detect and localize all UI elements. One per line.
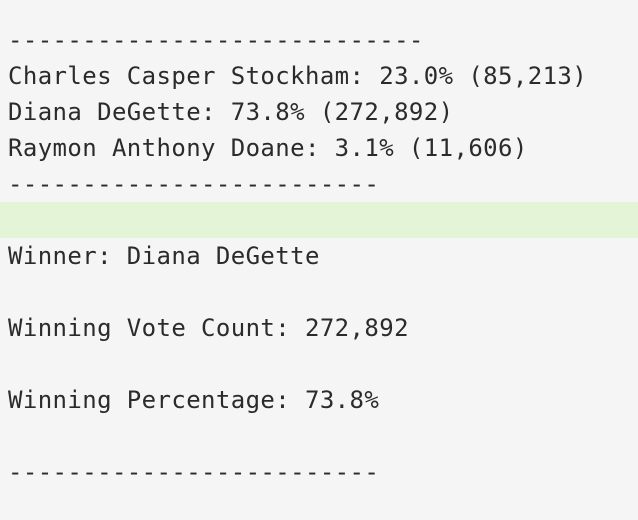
candidate-result-stockham: Charles Casper Stockham: 23.0% (85,213) bbox=[8, 62, 588, 90]
candidate-result-degette: Diana DeGette: 73.8% (272,892) bbox=[8, 98, 454, 126]
candidate-result-doane: Raymon Anthony Doane: 3.1% (11,606) bbox=[8, 134, 528, 162]
winning-vote-count-line: Winning Vote Count: 272,892 bbox=[8, 314, 409, 342]
winner-line: Winner: Diana DeGette bbox=[8, 242, 320, 270]
console-output: ---------------------------- Charles Cas… bbox=[0, 22, 638, 490]
separator-line: ------------------------- bbox=[8, 458, 380, 486]
separator-line: ------------------------- bbox=[8, 170, 380, 198]
winning-percentage-line: Winning Percentage: 73.8% bbox=[8, 386, 380, 414]
highlighted-line bbox=[0, 202, 638, 238]
separator-line: ---------------------------- bbox=[8, 26, 424, 54]
